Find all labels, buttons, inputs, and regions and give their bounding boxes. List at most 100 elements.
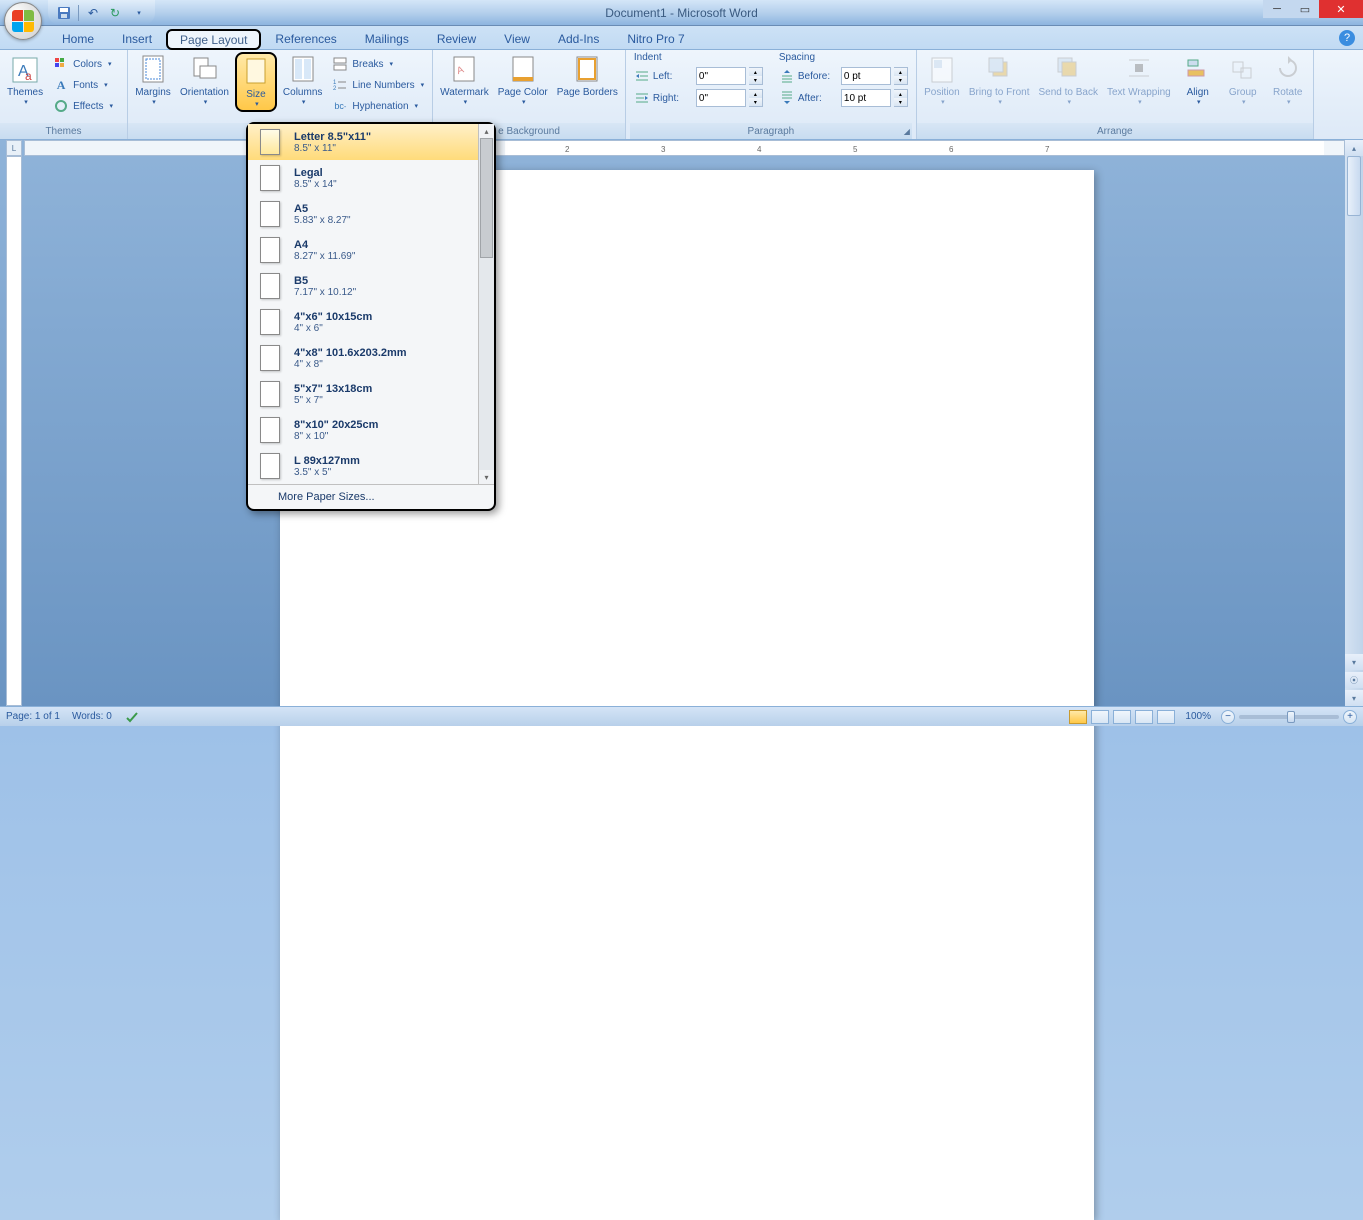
bring-front-button[interactable]: Bring to Front▾ <box>966 52 1033 108</box>
view-print-layout[interactable] <box>1069 710 1087 724</box>
indent-left-spinner[interactable]: ▴▾ <box>749 67 763 85</box>
columns-button[interactable]: Columns▾ <box>280 52 325 108</box>
text-wrap-icon <box>1123 54 1155 86</box>
indent-left-input[interactable] <box>696 67 746 85</box>
spacing-before-input[interactable] <box>841 67 891 85</box>
size-dimensions: 3.5" x 5" <box>294 467 360 478</box>
scroll-thumb[interactable] <box>1347 156 1361 216</box>
fonts-button[interactable]: AFonts▾ <box>49 75 117 95</box>
zoom-slider[interactable] <box>1239 715 1339 719</box>
scroll-thumb[interactable] <box>480 138 493 258</box>
tab-references[interactable]: References <box>261 28 350 49</box>
statusbar: Page: 1 of 1 Words: 0 100% − + <box>0 706 1363 726</box>
scroll-up-icon[interactable]: ▴ <box>1345 140 1363 156</box>
zoom-out-button[interactable]: − <box>1221 710 1235 724</box>
status-page[interactable]: Page: 1 of 1 <box>6 711 60 722</box>
size-option[interactable]: 4"x6" 10x15cm 4" x 6" <box>248 304 494 340</box>
zoom-in-button[interactable]: + <box>1343 710 1357 724</box>
group-label-paragraph: Paragraph◢ <box>630 123 912 139</box>
zoom-level[interactable]: 100% <box>1185 711 1211 722</box>
tab-nitro[interactable]: Nitro Pro 7 <box>613 28 698 49</box>
view-outline[interactable] <box>1135 710 1153 724</box>
page-icon <box>260 201 280 227</box>
vertical-ruler[interactable] <box>6 156 22 706</box>
save-icon[interactable] <box>56 5 72 21</box>
horizontal-ruler[interactable]: 234567 <box>24 140 1345 156</box>
size-button[interactable]: Size▾ <box>235 52 277 112</box>
size-option[interactable]: 8"x10" 20x25cm 8" x 10" <box>248 412 494 448</box>
redo-icon[interactable]: ↻ <box>107 5 123 21</box>
breaks-button[interactable]: Breaks▾ <box>328 54 428 74</box>
line-numbers-button[interactable]: 12Line Numbers▾ <box>328 75 428 95</box>
spacing-before-spinner[interactable]: ▴▾ <box>894 67 908 85</box>
size-option[interactable]: B5 7.17" x 10.12" <box>248 268 494 304</box>
margins-button[interactable]: Margins▾ <box>132 52 174 108</box>
ruler-corner[interactable]: L <box>6 140 22 156</box>
hyphenation-button[interactable]: bc-Hyphenation▾ <box>328 96 428 116</box>
scroll-up-icon[interactable]: ▴ <box>479 124 494 138</box>
scroll-down-icon[interactable]: ▾ <box>1345 654 1363 670</box>
size-icon <box>240 56 272 88</box>
send-back-button[interactable]: Send to Back▾ <box>1035 52 1100 108</box>
more-paper-sizes[interactable]: More Paper Sizes... <box>248 484 494 509</box>
indent-right-input[interactable] <box>696 89 746 107</box>
size-option[interactable]: L 89x127mm 3.5" x 5" <box>248 448 494 484</box>
view-draft[interactable] <box>1157 710 1175 724</box>
effects-button[interactable]: Effects▾ <box>49 96 117 116</box>
orientation-icon <box>188 54 220 86</box>
spacing-after-input[interactable] <box>841 89 891 107</box>
next-page-icon[interactable]: ▾ <box>1345 690 1363 706</box>
spacing-after-spinner[interactable]: ▴▾ <box>894 89 908 107</box>
menu-scrollbar[interactable]: ▴ ▾ <box>478 124 494 484</box>
office-button[interactable] <box>4 2 42 40</box>
rotate-button[interactable]: Rotate▾ <box>1267 52 1309 108</box>
size-name: 4"x6" 10x15cm <box>294 311 372 323</box>
tab-page-layout[interactable]: Page Layout <box>166 29 261 50</box>
tab-view[interactable]: View <box>490 28 544 49</box>
watermark-button[interactable]: A Watermark▾ <box>437 52 492 108</box>
indent-left-label: Left: <box>653 71 693 82</box>
size-option[interactable]: 5"x7" 13x18cm 5" x 7" <box>248 376 494 412</box>
group-button[interactable]: Group▾ <box>1222 52 1264 108</box>
align-button[interactable]: Align▾ <box>1177 52 1219 108</box>
help-icon[interactable]: ? <box>1339 30 1355 46</box>
undo-icon[interactable]: ↶ <box>85 5 101 21</box>
close-button[interactable]: ✕ <box>1319 0 1363 18</box>
spellcheck-icon[interactable] <box>124 709 140 725</box>
position-button[interactable]: Position▾ <box>921 52 963 108</box>
size-name: Letter 8.5"x11" <box>294 131 371 143</box>
size-option[interactable]: Legal 8.5" x 14" <box>248 160 494 196</box>
zoom-slider-thumb[interactable] <box>1287 711 1295 723</box>
tab-home[interactable]: Home <box>48 28 108 49</box>
size-option[interactable]: A5 5.83" x 8.27" <box>248 196 494 232</box>
minimize-button[interactable]: ─ <box>1263 0 1291 18</box>
scroll-down-icon[interactable]: ▾ <box>479 470 494 484</box>
themes-button[interactable]: Aa Themes ▾ <box>4 52 46 108</box>
size-dimensions: 8.5" x 11" <box>294 143 371 154</box>
orientation-button[interactable]: Orientation▾ <box>177 52 232 108</box>
tab-review[interactable]: Review <box>423 28 490 49</box>
tab-mailings[interactable]: Mailings <box>351 28 423 49</box>
maximize-button[interactable]: ▭ <box>1291 0 1319 18</box>
size-dropdown-menu: Letter 8.5"x11" 8.5" x 11" Legal 8.5" x … <box>246 122 496 511</box>
tab-addins[interactable]: Add-Ins <box>544 28 613 49</box>
size-option[interactable]: 4"x8" 101.6x203.2mm 4" x 8" <box>248 340 494 376</box>
page-borders-button[interactable]: Page Borders <box>554 52 621 100</box>
page-icon <box>260 129 280 155</box>
tab-insert[interactable]: Insert <box>108 28 166 49</box>
page-color-button[interactable]: Page Color▾ <box>495 52 551 108</box>
text-wrap-button[interactable]: Text Wrapping▾ <box>1104 52 1174 108</box>
status-words[interactable]: Words: 0 <box>72 711 112 722</box>
indent-right-spinner[interactable]: ▴▾ <box>749 89 763 107</box>
size-option[interactable]: A4 8.27" x 11.69" <box>248 232 494 268</box>
vertical-scrollbar[interactable]: ▴ ▾ ⦿ ▾ <box>1345 140 1363 706</box>
launcher-icon[interactable]: ◢ <box>904 127 910 136</box>
qat-customize-icon[interactable]: ▾ <box>131 5 147 21</box>
group-arrange: Position▾ Bring to Front▾ Send to Back▾ … <box>917 50 1314 139</box>
view-full-screen[interactable] <box>1091 710 1109 724</box>
size-option[interactable]: Letter 8.5"x11" 8.5" x 11" <box>248 124 494 160</box>
colors-button[interactable]: Colors▾ <box>49 54 117 74</box>
view-web-layout[interactable] <box>1113 710 1131 724</box>
colors-icon <box>53 56 69 72</box>
prev-page-icon[interactable]: ⦿ <box>1345 672 1363 688</box>
